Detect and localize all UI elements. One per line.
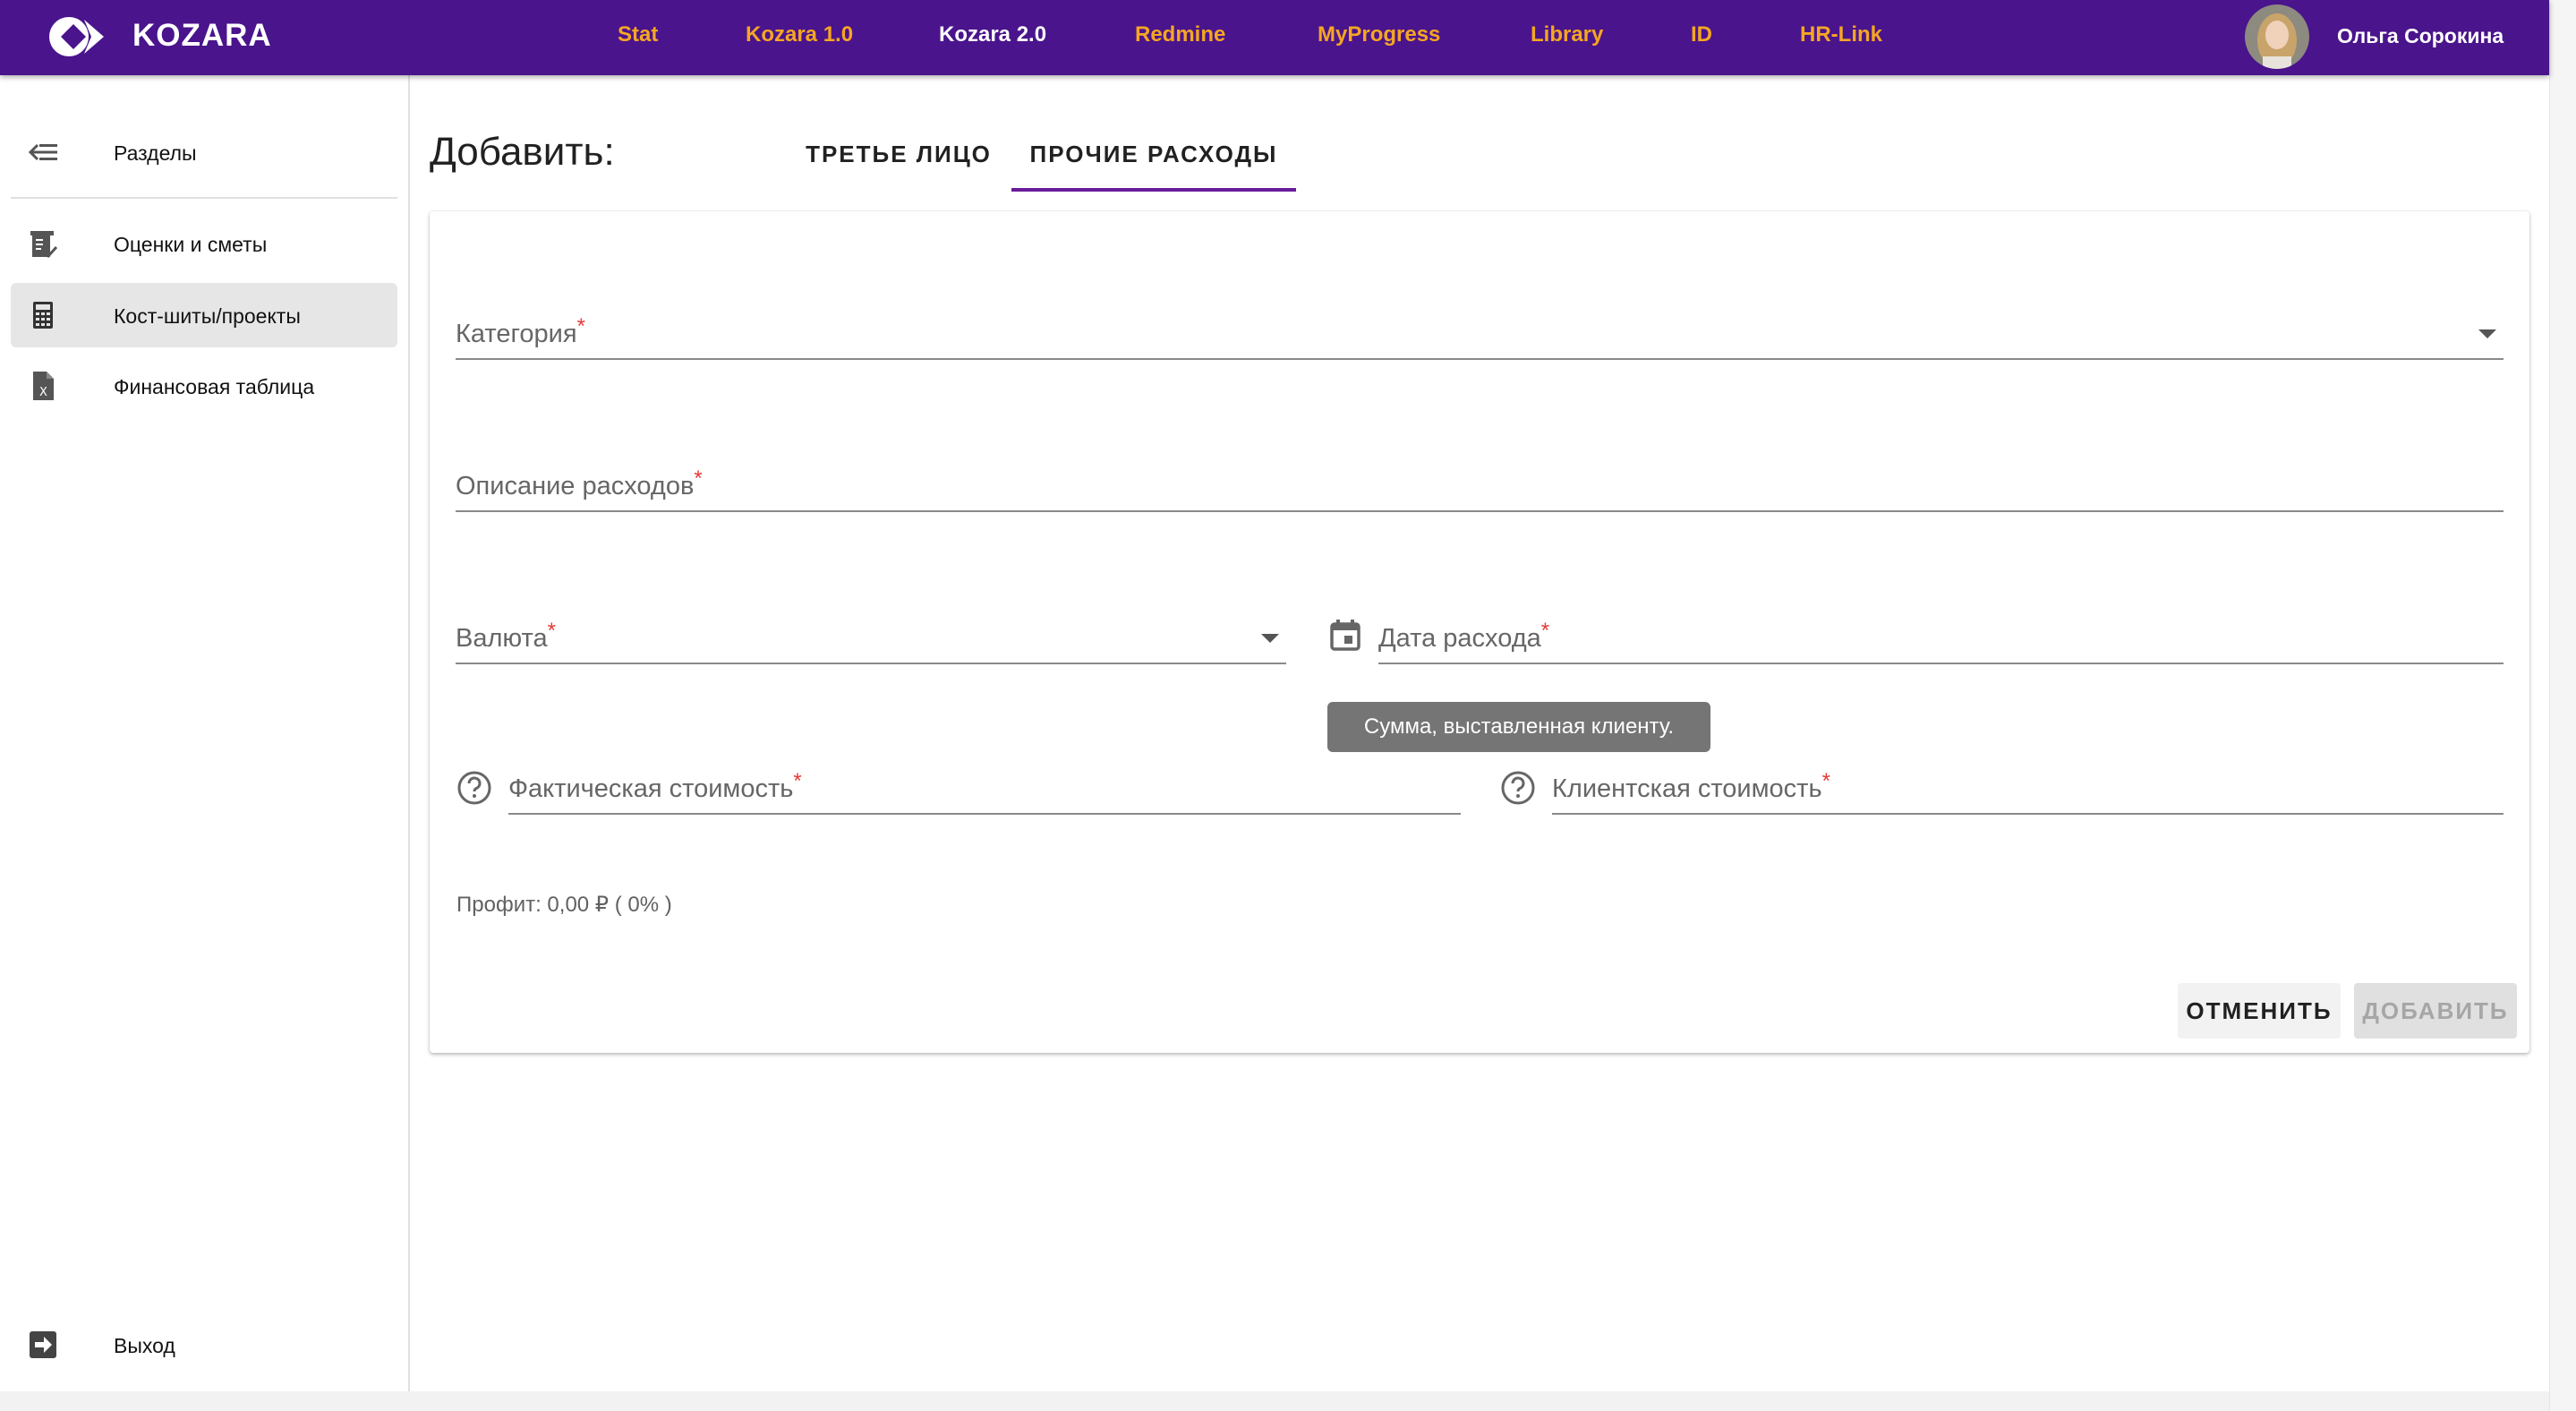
estimate-list-icon: [30, 231, 58, 259]
help-circle-icon[interactable]: [456, 769, 493, 807]
currency-label: Валюта: [456, 624, 548, 653]
nav-link-redmine[interactable]: Redmine: [1135, 22, 1225, 47]
sidebar-divider: [11, 197, 397, 199]
tab-third-party[interactable]: ТРЕТЬЕ ЛИЦО: [793, 134, 1004, 192]
required-mark: *: [793, 769, 802, 793]
sidebar-item-finance-table[interactable]: X Финансовая таблица: [11, 354, 397, 418]
svg-text:X: X: [39, 386, 47, 399]
profit-summary: Профит: 0,00 ₽ ( 0% ): [456, 893, 672, 917]
required-mark: *: [547, 619, 556, 643]
sidebar-item-label: Выход: [114, 1334, 175, 1357]
kozara-logo-icon[interactable]: [48, 16, 107, 57]
sidebar-item-logout[interactable]: Выход: [11, 1313, 397, 1377]
nav-link-stat[interactable]: Stat: [618, 22, 658, 47]
logout-icon: [30, 1331, 56, 1358]
add-button[interactable]: ДОБАВИТЬ: [2354, 983, 2517, 1039]
sidebar-item-cost-sheets[interactable]: Кост-шиты/проекты: [11, 283, 397, 347]
nav-link-kozara-1[interactable]: Kozara 1.0: [746, 22, 853, 47]
user-name[interactable]: Ольга Сорокина: [2337, 24, 2503, 48]
required-mark: *: [694, 466, 703, 491]
bottom-edge: [0, 1391, 2549, 1411]
help-circle-icon[interactable]: [1499, 769, 1537, 807]
chevron-down-icon[interactable]: [1261, 634, 1279, 643]
category-select[interactable]: Категория*: [456, 304, 2503, 360]
top-app-bar: KOZARA Stat Kozara 1.0 Kozara 2.0 Redmin…: [0, 0, 2549, 75]
sidebar-item-label: Финансовая таблица: [114, 375, 315, 398]
spreadsheet-file-icon: X: [33, 372, 54, 400]
nav-link-id[interactable]: ID: [1691, 22, 1712, 47]
sidebar-header-label: Разделы: [114, 141, 197, 165]
sidebar-toggle-sections[interactable]: Разделы: [11, 120, 397, 184]
currency-select[interactable]: Валюта*: [456, 609, 1286, 664]
page-title: Добавить:: [430, 130, 615, 174]
cancel-button[interactable]: ОТМЕНИТЬ: [2178, 983, 2341, 1039]
description-label: Описание расходов: [456, 472, 695, 500]
expense-date-label: Дата расхода: [1378, 624, 1541, 653]
brand-name[interactable]: KOZARA: [132, 18, 272, 54]
client-cost-tooltip: Сумма, выставленная клиенту.: [1327, 702, 1710, 752]
client-cost-label: Клиентская стоимость: [1552, 774, 1822, 803]
client-cost-field[interactable]: Клиентская стоимость*: [1552, 759, 2503, 815]
scrollbar-track[interactable]: [2549, 0, 2576, 1411]
nav-link-myprogress[interactable]: MyProgress: [1318, 22, 1440, 47]
user-avatar[interactable]: [2245, 4, 2309, 69]
actual-cost-field[interactable]: Фактическая стоимость*: [508, 759, 1461, 815]
collapse-menu-icon: [28, 143, 57, 161]
tab-other-expenses[interactable]: ПРОЧИЕ РАСХОДЫ: [1011, 134, 1296, 192]
required-mark: *: [576, 314, 585, 338]
required-mark: *: [1540, 619, 1550, 643]
sidebar-item-estimates[interactable]: Оценки и сметы: [11, 211, 397, 276]
calendar-icon[interactable]: [1326, 617, 1364, 654]
expense-date-field[interactable]: Дата расхода*: [1378, 609, 2503, 664]
nav-link-hr-link[interactable]: HR-Link: [1800, 22, 1882, 47]
description-field[interactable]: Описание расходов*: [456, 457, 2503, 512]
category-label: Категория: [456, 320, 577, 348]
sidebar-item-label: Кост-шиты/проекты: [114, 304, 301, 328]
calculator-icon: [33, 302, 53, 329]
sidebar: Разделы Оценки и сметы Кост-шиты/проекты…: [0, 75, 410, 1391]
actual-cost-label: Фактическая стоимость: [508, 774, 794, 803]
chevron-down-icon[interactable]: [2478, 329, 2496, 338]
required-mark: *: [1821, 769, 1830, 793]
nav-link-kozara-2[interactable]: Kozara 2.0: [939, 22, 1046, 47]
nav-link-library[interactable]: Library: [1531, 22, 1603, 47]
sidebar-item-label: Оценки и сметы: [114, 233, 268, 256]
